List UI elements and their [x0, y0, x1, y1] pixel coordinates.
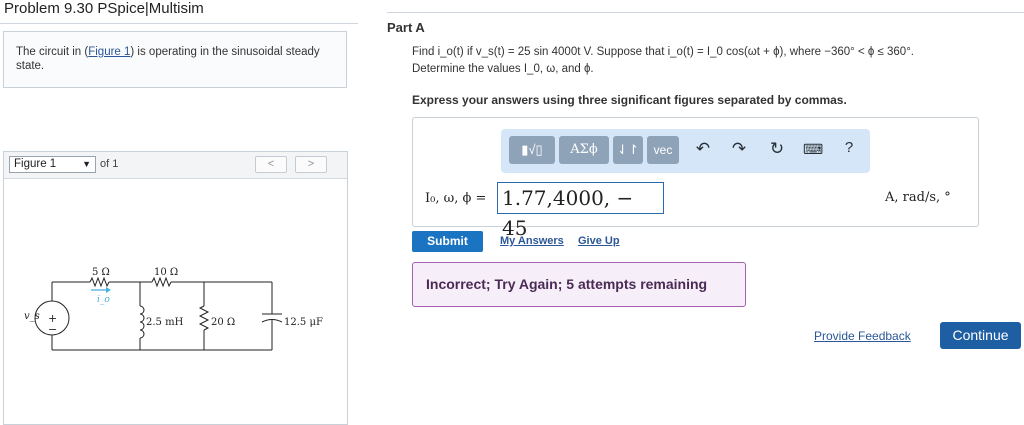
resistor-20-ohm: [198, 305, 210, 331]
reset-icon[interactable]: ↻: [767, 139, 787, 159]
arrows-button[interactable]: ⇃↾: [613, 136, 643, 164]
circuit-diagram: + − v_s 5 Ω 10 Ω i_o 2.5 mH 20 Ω 12.5 μF: [24, 267, 323, 351]
inductor-label: 2.5 mH: [146, 317, 184, 328]
source-label: v_s: [24, 311, 40, 322]
figure-panel: Figure 1 ▼ of 1 < > + − v_s 5 Ω 10 Ω i_o…: [3, 151, 348, 425]
question-text: Find i_o(t) if v_s(t) = 25 sin 4000t V. …: [412, 44, 1022, 78]
feedback-message: Incorrect; Try Again; 5 attempts remaini…: [426, 276, 708, 292]
dropdown-arrow-icon: ▼: [82, 159, 91, 169]
question-line-2: Determine the values I_0, ω, and ϕ.: [412, 63, 594, 75]
intro-text-before: The circuit in (: [16, 46, 89, 58]
r1-label: 5 Ω: [92, 267, 110, 278]
provide-feedback-link[interactable]: Provide Feedback: [814, 329, 911, 343]
undo-icon[interactable]: ↶: [693, 139, 713, 159]
current-label: i_o: [97, 295, 110, 305]
problem-title: Problem 9.30 PSpice|Multisim: [4, 0, 204, 17]
divider: [0, 23, 358, 24]
vec-button[interactable]: vec: [647, 136, 679, 164]
intro-box: The circuit in (Figure 1) is operating i…: [3, 31, 347, 88]
my-answers-link[interactable]: My Answers: [500, 235, 564, 247]
template-button[interactable]: ▮√▯: [509, 136, 555, 164]
keyboard-icon[interactable]: ⌨: [803, 141, 823, 158]
figure-select-value: Figure 1: [14, 158, 57, 170]
answer-box: ▮√▯ ΑΣϕ ⇃↾ vec ↶ ↷ ↻ ⌨ ? I₀, ω, ϕ = 1.77…: [412, 117, 979, 240]
figure-select[interactable]: Figure 1 ▼: [9, 156, 96, 173]
answer-units: A, rad/s, °: [885, 190, 951, 205]
inductor: [139, 305, 145, 339]
figure-link[interactable]: Figure 1: [88, 46, 130, 58]
intro-text: The circuit in (Figure 1) is operating i…: [16, 45, 336, 73]
resistor-10-ohm: [151, 276, 172, 288]
part-label: Part A: [387, 20, 425, 35]
redo-icon[interactable]: ↷: [729, 139, 749, 159]
capacitor-label: 12.5 μF: [284, 317, 323, 328]
divider: [387, 12, 1024, 13]
answer-label: I₀, ω, ϕ =: [425, 191, 487, 206]
figure-count: of 1: [100, 158, 119, 170]
submit-button[interactable]: Submit: [412, 231, 483, 252]
feedback-box: Incorrect; Try Again; 5 attempts remaini…: [412, 262, 746, 307]
prev-figure-button[interactable]: <: [255, 156, 287, 173]
figure-header: Figure 1 ▼ of 1 < >: [4, 152, 347, 179]
r3-label: 20 Ω: [211, 317, 235, 328]
instruction-text: Express your answers using three signifi…: [412, 93, 847, 107]
help-icon[interactable]: ?: [839, 139, 859, 156]
math-toolbar: ▮√▯ ΑΣϕ ⇃↾ vec ↶ ↷ ↻ ⌨ ?: [501, 129, 870, 173]
symbols-button[interactable]: ΑΣϕ: [559, 136, 609, 164]
continue-button[interactable]: Continue: [940, 322, 1021, 349]
next-figure-button[interactable]: >: [295, 156, 327, 173]
source-minus: −: [48, 323, 57, 336]
question-line-1: Find i_o(t) if v_s(t) = 25 sin 4000t V. …: [412, 46, 914, 58]
resistor-5-ohm: [89, 276, 110, 288]
r2-label: 10 Ω: [154, 267, 178, 278]
answer-input[interactable]: 1.77,4000, − 45: [497, 182, 664, 240]
give-up-link[interactable]: Give Up: [578, 235, 620, 247]
